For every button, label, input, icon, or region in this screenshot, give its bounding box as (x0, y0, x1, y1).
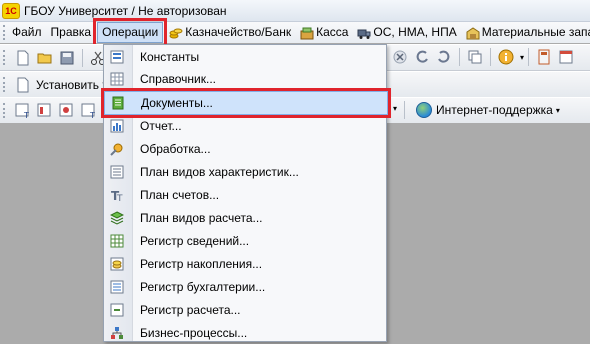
toolbar-separator (82, 48, 83, 67)
menu-treasury-label: Казначейство/Банк (185, 25, 292, 39)
constants-icon (110, 50, 124, 64)
register-toolbar-icon[interactable] (58, 102, 76, 120)
toolbar-more-caret-icon[interactable]: ▾ (393, 104, 397, 113)
menu-item-accounting-register[interactable]: Регистр бухгалтерии... (104, 276, 386, 298)
internet-support-button[interactable]: Интернет-поддержка ▾ (416, 101, 560, 119)
svg-text:T: T (23, 111, 29, 120)
menu-materials[interactable]: Материальные запасы (463, 23, 590, 42)
new-document-icon[interactable] (14, 49, 32, 67)
svg-text:T: T (116, 194, 123, 202)
report-toolbar-icon[interactable] (36, 102, 54, 120)
menu-treasury[interactable]: Казначейство/Банк (166, 23, 294, 42)
calendar-icon[interactable] (557, 48, 575, 66)
business-process-icon (111, 327, 123, 339)
characteristics-plan-icon (110, 165, 124, 179)
accounts-toolbar-icon[interactable]: T (80, 102, 98, 120)
menu-operations-label: Операции (102, 25, 159, 39)
toolbar-separator (528, 48, 530, 66)
menu-cash[interactable]: Касса (297, 23, 351, 42)
menu-item-info-register[interactable]: Регистр сведений... (104, 230, 386, 252)
svg-text:T: T (89, 111, 95, 120)
internet-support-label: Интернет-поддержка (436, 103, 553, 117)
menu-item-label: Документы... (141, 96, 213, 110)
menu-item-calculation-plan[interactable]: План видов расчета... (104, 207, 386, 229)
toolbar-separator (490, 48, 491, 66)
accounting-register-icon (110, 280, 124, 294)
truck-icon (357, 29, 371, 39)
menu-file-label: Файл (12, 25, 42, 39)
menu-item-processing[interactable]: Обработка... (104, 138, 386, 160)
menu-assets-label: ОС, НМА, НПА (373, 25, 457, 39)
menu-item-label: Регистр бухгалтерии... (140, 280, 266, 294)
menu-edit-label: Правка (50, 25, 92, 39)
globe-icon (416, 102, 432, 118)
cash-icon (300, 27, 314, 39)
calculation-register-icon (110, 303, 124, 317)
menu-item-business-process[interactable]: Бизнес-процессы... (104, 322, 386, 344)
operations-dropdown-menu: Константы Справочник... Документы... Отч… (101, 44, 391, 344)
app-logo-icon: 1С (2, 2, 20, 19)
chevron-down-icon: ▾ (555, 105, 560, 115)
close-x-icon[interactable] (391, 48, 409, 66)
menu-item-label: Отчет... (140, 119, 182, 133)
menu-item-label: План счетов... (140, 188, 220, 202)
processing-icon (110, 143, 123, 156)
warehouse-icon (466, 26, 480, 39)
menu-item-label: Регистр сведений... (140, 234, 250, 248)
menu-item-label: Обработка... (140, 142, 211, 156)
menu-item-catalog[interactable]: Справочник... (104, 68, 386, 90)
menu-item-label: Справочник... (140, 72, 216, 86)
save-icon[interactable] (58, 49, 76, 67)
menu-edit[interactable]: Правка (48, 23, 95, 42)
chart-of-accounts-icon: T T (111, 189, 123, 202)
menu-item-label: Регистр накопления... (140, 257, 263, 271)
toolbar-grip[interactable] (3, 103, 8, 118)
documents-icon (112, 96, 124, 110)
menu-item-chart-of-accounts[interactable]: T T План счетов... (104, 184, 386, 206)
menu-item-report[interactable]: Отчет... (104, 115, 386, 137)
menu-cash-label: Касса (316, 25, 349, 39)
calculation-plan-icon (110, 211, 124, 225)
chart-of-accounts-toolbar-icon[interactable]: T (14, 102, 32, 120)
info-dropdown-caret-icon[interactable]: ▾ (520, 53, 524, 62)
window-title: ГБОУ Университет / Не авторизован (24, 3, 227, 18)
page-icon (17, 77, 29, 92)
open-folder-icon[interactable] (36, 49, 54, 67)
info-register-icon (110, 234, 124, 248)
title-bar: 1С ГБОУ Университет / Не авторизован (0, 0, 590, 22)
forward-icon[interactable] (435, 48, 453, 66)
calculator-icon[interactable] (535, 48, 553, 66)
menu-item-label: Бизнес-процессы... (140, 326, 248, 340)
menu-item-label: План видов расчета... (140, 211, 263, 225)
menu-item-label: План видов характеристик... (140, 165, 299, 179)
report-icon (110, 119, 124, 133)
menu-item-constants[interactable]: Константы (104, 46, 386, 68)
menu-file[interactable]: Файл (9, 23, 45, 42)
toolbar-grip[interactable] (3, 50, 8, 65)
coins-icon (169, 28, 183, 38)
menu-materials-label: Материальные запасы (481, 25, 590, 39)
menu-item-documents[interactable]: Документы... (101, 88, 391, 118)
back-icon[interactable] (413, 48, 431, 66)
menubar-grip[interactable] (3, 25, 5, 40)
menu-item-label: Константы (140, 50, 200, 64)
accumulation-register-icon (110, 257, 124, 271)
menu-bar: Файл Правка Операции Казначейство/Банк К… (0, 18, 590, 47)
menu-operations[interactable]: Операции (93, 18, 168, 47)
menu-item-accumulation-register[interactable]: Регистр накопления... (104, 253, 386, 275)
catalog-icon (110, 72, 124, 86)
info-icon[interactable] (497, 48, 515, 66)
toolbar-separator (404, 101, 405, 119)
toolbar-grip[interactable] (3, 77, 8, 92)
toolbar-separator (459, 48, 460, 66)
menu-item-calculation-register[interactable]: Регистр расчета... (104, 299, 386, 321)
menu-item-characteristics-plan[interactable]: План видов характеристик... (104, 161, 386, 183)
menu-assets[interactable]: ОС, НМА, НПА (354, 23, 459, 42)
windows-icon[interactable] (466, 48, 484, 66)
menu-item-label: Регистр расчета... (140, 303, 241, 317)
